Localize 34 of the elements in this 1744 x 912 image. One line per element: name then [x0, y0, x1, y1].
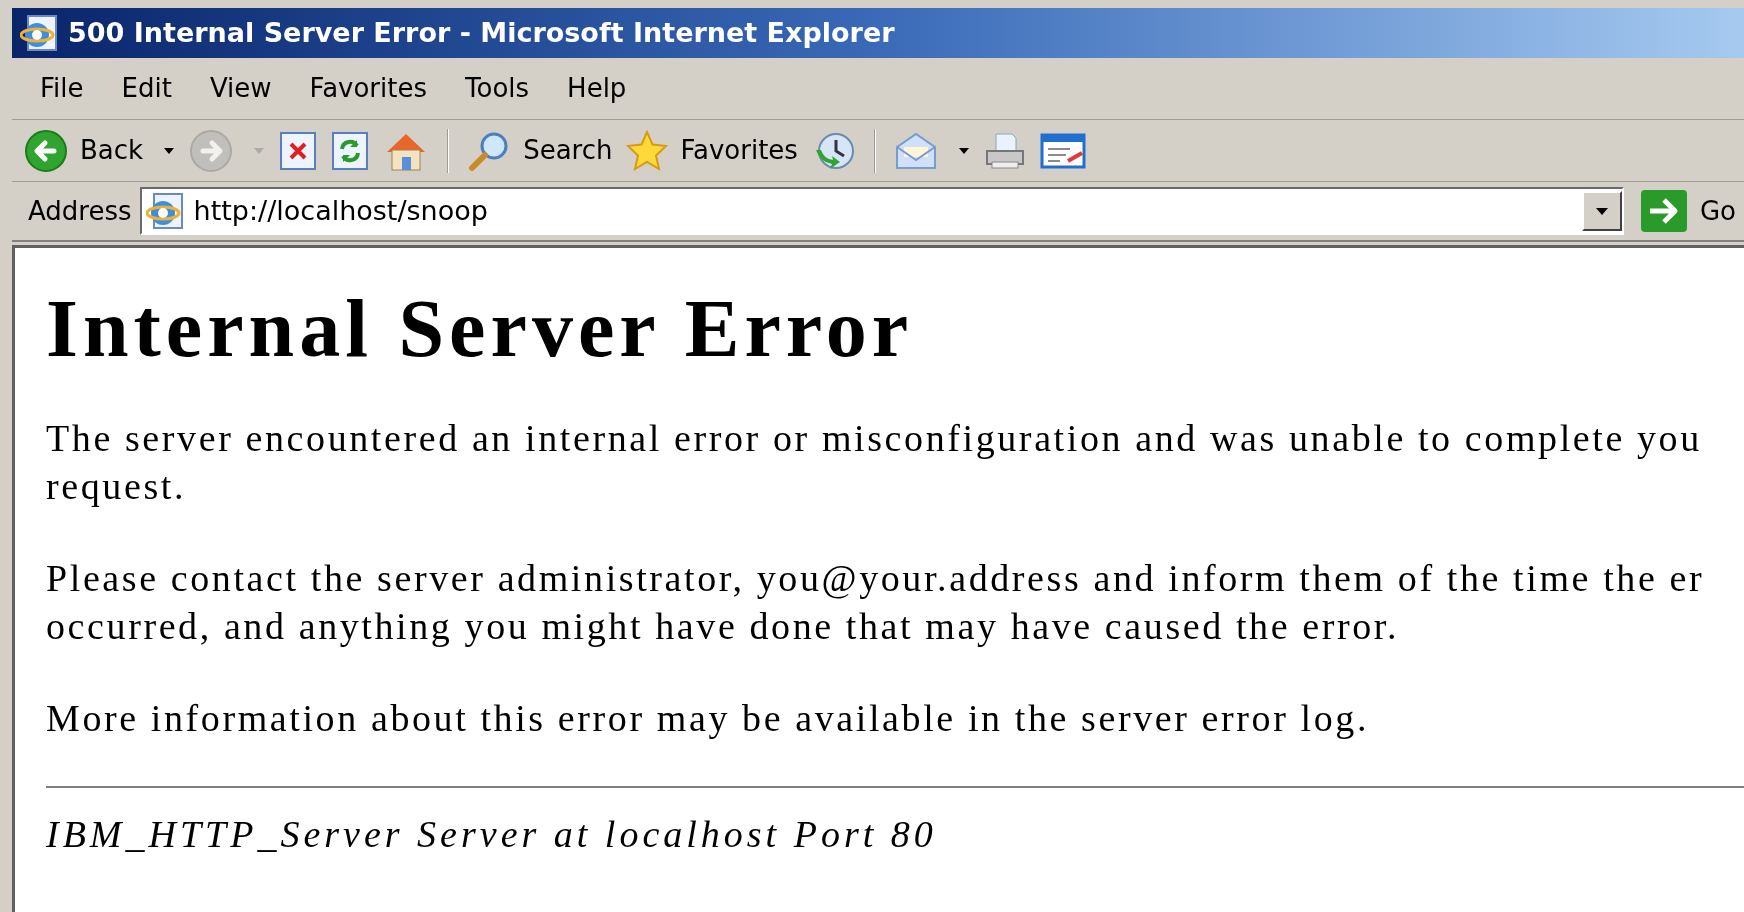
printer-icon	[983, 130, 1026, 171]
edit-page-icon	[1039, 132, 1086, 169]
stop-icon	[279, 130, 318, 171]
globe-page-icon	[20, 14, 60, 52]
menu-item[interactable]: Help	[567, 69, 627, 108]
star-icon	[626, 129, 669, 172]
menu-item[interactable]: Edit	[121, 69, 172, 108]
page-heading: Internal Server Error	[46, 288, 914, 370]
address-combo-box[interactable]: http://localhost/snoop	[139, 187, 1624, 235]
print-button[interactable]	[983, 130, 1026, 171]
refresh-icon	[331, 130, 370, 171]
window-title: 500 Internal Server Error - Microsoft Internet Explorer	[68, 15, 895, 50]
error-message: More information about this error may be available in the server error log.	[46, 696, 1369, 741]
favorites-button[interactable]: Favorites	[626, 129, 798, 172]
caret-icon[interactable]	[163, 146, 176, 155]
envelope-icon	[893, 130, 938, 171]
menu-item[interactable]: View	[209, 69, 272, 108]
globe-page-icon	[145, 192, 186, 230]
menu-item[interactable]: File	[40, 69, 84, 108]
dropdown-button[interactable]	[1581, 191, 1622, 231]
address-label: Address	[28, 194, 132, 228]
caret-icon[interactable]	[957, 146, 970, 155]
go-button[interactable]: Go	[1639, 189, 1736, 233]
stop-button[interactable]	[279, 130, 318, 171]
server-signature: IBM_HTTP_Server Server at localhost Port 80	[46, 813, 937, 855]
edit-button[interactable]	[1039, 132, 1086, 169]
caret-icon	[1594, 206, 1609, 216]
back-button[interactable]: Back	[24, 128, 176, 173]
search-button[interactable]: Search	[467, 129, 613, 172]
error-message: Please contact the server administrator, you@your.address and inform them of the time the er occurred, and anything you might have done that may have caused the error.	[46, 556, 1705, 649]
menu-item[interactable]: Tools	[465, 69, 530, 108]
menu-item[interactable]: Favorites	[309, 69, 428, 108]
error-message: The server encountered an internal error or misconfiguration and was unable to complete you request.	[46, 416, 1702, 509]
refresh-button[interactable]	[331, 130, 370, 171]
